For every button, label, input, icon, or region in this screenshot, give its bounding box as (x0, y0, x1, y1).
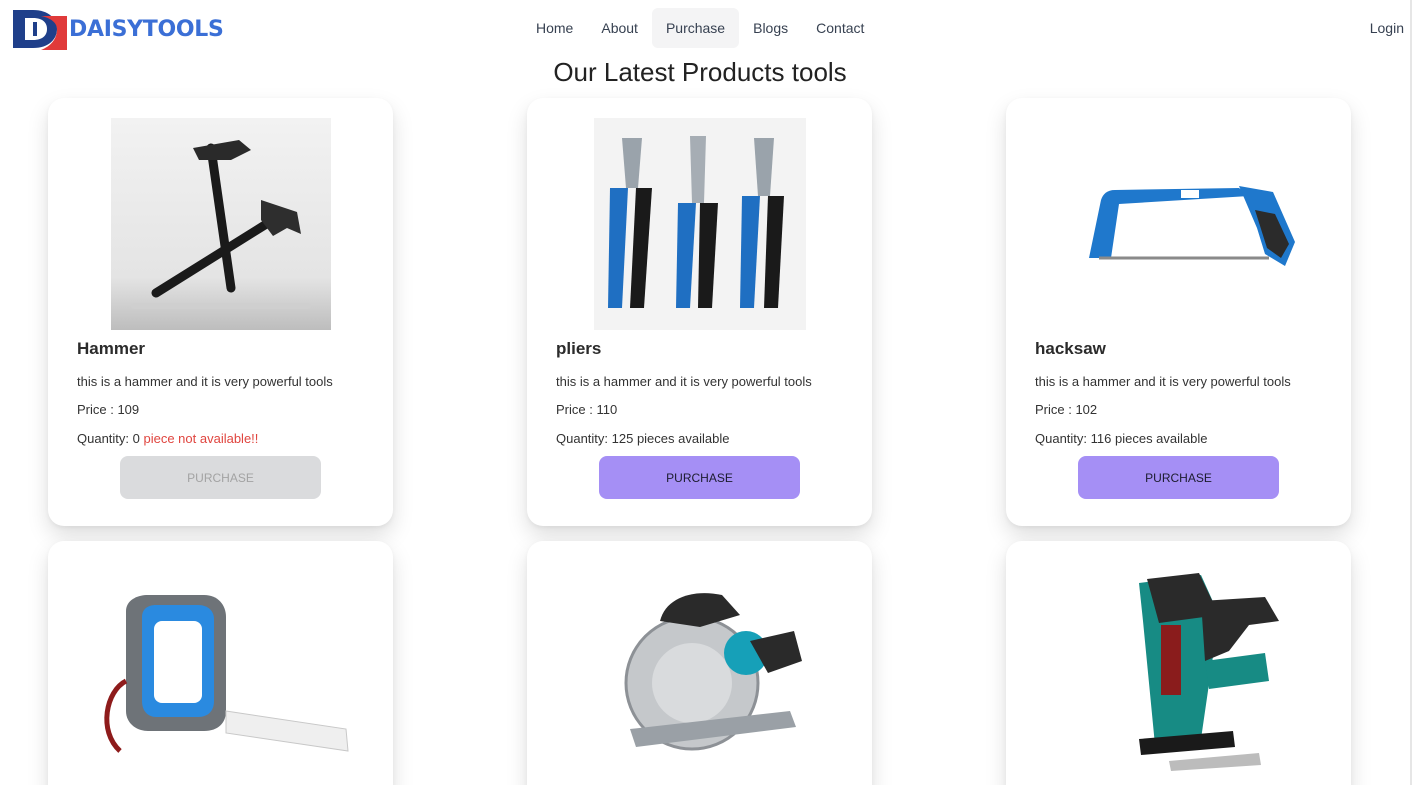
product-quantity: Quantity: 125 pieces available (556, 431, 729, 446)
daisytools-logo-icon (13, 10, 67, 50)
product-name: hacksaw (1035, 339, 1106, 358)
product-description: this is a hammer and it is very powerful… (77, 374, 333, 389)
product-card-staple-gun (1006, 541, 1351, 785)
product-card-tape-measure (48, 541, 393, 785)
tape-measure-image (103, 595, 349, 753)
availability-warning: piece not available!! (139, 431, 259, 446)
purchase-button[interactable]: PURCHASE (120, 456, 321, 499)
product-image (48, 118, 393, 330)
section-title: Our Latest Products tools (553, 57, 847, 87)
product-price: Price : 102 (1035, 402, 1098, 417)
quantity-value: Quantity: 125 (556, 431, 634, 446)
product-name: Hammer (77, 339, 146, 358)
product-image (1006, 118, 1351, 330)
product-price: Price : 110 (556, 402, 618, 417)
availability-text: pieces available (1111, 431, 1208, 446)
product-card-circular-saw (527, 541, 872, 785)
product-description: this is a hammer and it is very powerful… (556, 374, 812, 389)
brand-logo[interactable]: DAISYTOOLS (11, 8, 224, 50)
nav-item-blogs[interactable]: Blogs (739, 8, 802, 48)
product-image (1006, 561, 1351, 773)
pliers-image (593, 118, 806, 330)
nav-item-about[interactable]: About (587, 8, 652, 48)
top-navbar: DAISYTOOLS Home About Purchase Blogs Con… (0, 0, 1412, 56)
purchase-button[interactable]: PURCHASE (599, 456, 800, 499)
availability-text: pieces available (633, 431, 730, 446)
product-quantity: Quantity: 116 pieces available (1035, 431, 1208, 446)
nav-item-purchase[interactable]: Purchase (651, 8, 740, 48)
product-image (527, 561, 872, 773)
product-card-pliers: pliers this is a hammer and it is very p… (527, 98, 872, 526)
nav-item-contact[interactable]: Contact (802, 8, 878, 48)
circular-saw-image (624, 593, 802, 751)
hammer-image (110, 118, 331, 330)
quantity-value: Quantity: 0 (77, 431, 140, 446)
main-nav: Home About Purchase Blogs Contact (522, 8, 878, 48)
nav-item-home[interactable]: Home (522, 8, 587, 48)
product-name: pliers (556, 339, 602, 358)
purchase-button[interactable]: PURCHASE (1078, 456, 1279, 499)
product-price: Price : 109 (77, 402, 140, 417)
product-image (48, 561, 393, 773)
product-description: this is a hammer and it is very powerful… (1035, 374, 1291, 389)
login-link[interactable]: Login (1370, 8, 1404, 48)
brand-name: DAISYTOOLS (69, 16, 224, 42)
hacksaw-image (1088, 186, 1295, 266)
product-card-hammer: Hammer this is a hammer and it is very p… (48, 98, 393, 526)
staple-gun-image (1138, 573, 1279, 771)
quantity-value: Quantity: 116 (1035, 431, 1112, 446)
product-card-hacksaw: hacksaw this is a hammer and it is very … (1006, 98, 1351, 526)
product-image (527, 118, 872, 330)
product-quantity: Quantity: 0 piece not available!! (77, 431, 258, 446)
